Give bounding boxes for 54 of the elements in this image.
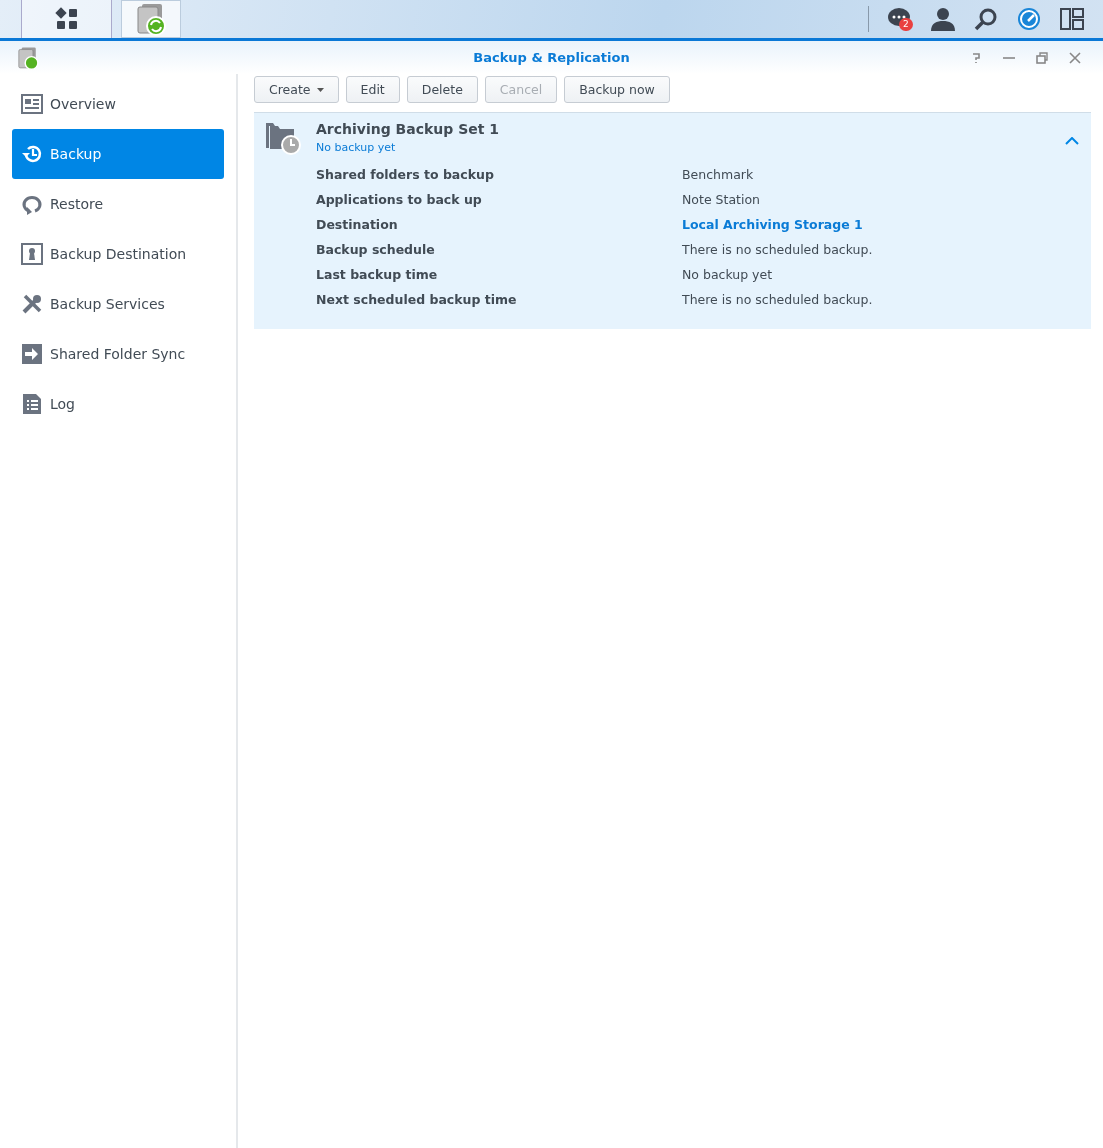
restore-icon (21, 193, 43, 215)
user-button[interactable] (930, 7, 956, 31)
task-title: Archiving Backup Set 1 (316, 121, 500, 137)
restore-window-icon[interactable] (1036, 51, 1048, 64)
help-icon[interactable] (970, 51, 982, 64)
sidebar-item[interactable]: Backup Destination (12, 229, 224, 279)
sidebar-item[interactable]: Restore (12, 179, 224, 229)
backup-task-card[interactable] (254, 112, 1091, 329)
clock-icon (21, 143, 43, 165)
detail-value: No backup yet (682, 267, 774, 282)
toolbar-button[interactable]: Backup now (564, 76, 670, 103)
toolbar-button[interactable]: Edit (345, 76, 400, 103)
collapse-icon[interactable] (1065, 137, 1079, 145)
sidebar-item[interactable]: Overview (12, 79, 224, 129)
detail-label: Backup schedule (316, 242, 436, 257)
detail-value: There is no scheduled backup. (682, 242, 874, 257)
sidebar-item[interactable]: Backup (12, 129, 224, 179)
detail-value: Note Station (682, 192, 761, 207)
notifications-button[interactable]: 2 (887, 7, 913, 31)
window-title: Backup & Replication (472, 50, 631, 65)
toolbar-button[interactable]: Delete (406, 76, 478, 103)
user-icon (931, 7, 955, 31)
app-taskbar-button[interactable] (121, 0, 181, 38)
log-icon (21, 393, 43, 415)
sidebar-item[interactable]: Shared Folder Sync (12, 329, 224, 379)
overview-icon (21, 93, 43, 115)
caret-icon (316, 87, 324, 92)
widgets-icon (1060, 7, 1084, 31)
gauge-button[interactable] (1016, 7, 1042, 31)
notification-badge: 2 (899, 18, 913, 31)
app-icon (16, 45, 40, 70)
wrench-icon (21, 293, 43, 315)
detail-label: Shared folders to backup (316, 167, 495, 182)
widgets-button[interactable] (1059, 7, 1085, 31)
detail-label: Applications to back up (316, 192, 483, 207)
keyhole-icon (21, 243, 43, 265)
folder-clock-icon (266, 121, 302, 155)
close-icon[interactable] (1069, 51, 1081, 64)
detail-label: Last backup time (316, 267, 439, 282)
task-status: No backup yet (316, 141, 397, 154)
detail-value: Benchmark (682, 167, 755, 182)
destination-link[interactable]: Local Archiving Storage 1 (682, 217, 1079, 232)
sidebar-item[interactable]: Backup Services (12, 279, 224, 329)
detail-value: There is no scheduled backup. (682, 292, 874, 307)
detail-label: Next scheduled backup time (316, 292, 518, 307)
search-button[interactable] (973, 7, 999, 31)
main-menu-button[interactable] (21, 0, 112, 38)
detail-label: Destination (316, 217, 399, 232)
sidebar-item[interactable]: Log (12, 379, 224, 429)
gauge-icon (1017, 7, 1041, 31)
toolbar-button[interactable]: Create (254, 76, 339, 103)
apps-grid-icon (54, 7, 79, 31)
search-icon (974, 7, 998, 31)
backup-app-icon (134, 2, 168, 36)
